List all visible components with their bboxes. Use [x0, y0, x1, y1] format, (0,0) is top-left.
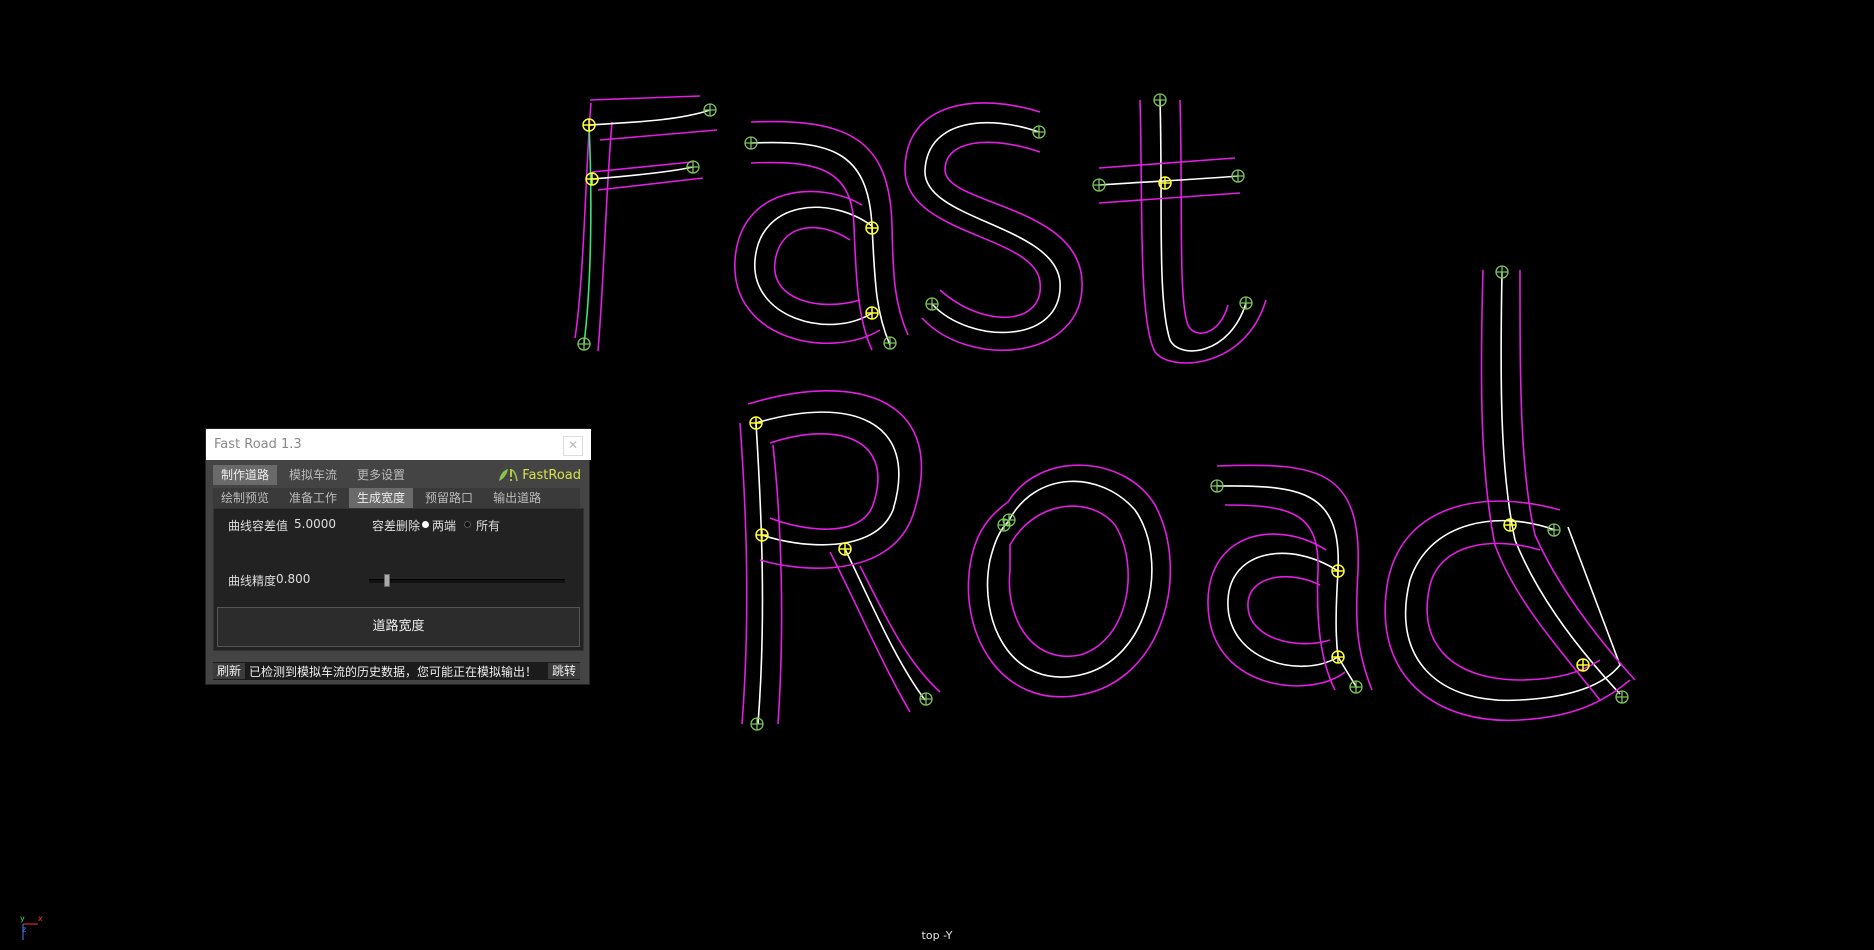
- control-point[interactable]: [1576, 658, 1590, 672]
- panel-titlebar[interactable]: Fast Road 1.3: [206, 429, 591, 460]
- end-point[interactable]: [1615, 690, 1629, 704]
- end-point[interactable]: [686, 160, 700, 174]
- axis-x-label: x: [38, 914, 43, 923]
- settings-area: 曲线容差值 5.0000 容差删除 两端 所有 曲线精度 0.800 道路宽度: [213, 508, 584, 651]
- control-point[interactable]: [865, 306, 879, 320]
- precision-value: 0.800: [276, 572, 311, 586]
- fast-road-panel: Fast Road 1.3 ✕ 制作道路 模拟车流 更多设置 FastRoad …: [205, 428, 591, 685]
- end-point[interactable]: [1092, 178, 1106, 192]
- letter-r-road[interactable]: [739, 390, 941, 725]
- radio-both-label[interactable]: 两端: [432, 517, 456, 534]
- control-point[interactable]: [838, 542, 852, 556]
- end-point[interactable]: [703, 103, 717, 117]
- letter-a-road[interactable]: [734, 120, 909, 351]
- end-point[interactable]: [1239, 296, 1253, 310]
- end-point[interactable]: [744, 136, 758, 150]
- control-point[interactable]: [1331, 650, 1345, 664]
- control-point[interactable]: [1503, 518, 1517, 532]
- control-point[interactable]: [585, 172, 599, 186]
- control-point[interactable]: [1158, 176, 1172, 190]
- camera-label: top -Y: [921, 929, 953, 942]
- end-point[interactable]: [883, 336, 897, 350]
- end-point[interactable]: [1231, 169, 1245, 183]
- letter-t-road[interactable]: [1098, 99, 1267, 364]
- tab-simulate-traffic[interactable]: 模拟车流: [281, 465, 345, 485]
- end-point[interactable]: [1495, 265, 1509, 279]
- sub-tabs: 绘制预览 准备工作 生成宽度 预留路口 输出道路: [213, 488, 580, 508]
- axis-y-label: y: [20, 914, 25, 923]
- jump-button[interactable]: 跳转: [547, 663, 580, 679]
- end-point[interactable]: [577, 337, 591, 351]
- tab-make-road[interactable]: 制作道路: [213, 465, 278, 485]
- end-point[interactable]: [1153, 93, 1167, 107]
- end-point[interactable]: [1032, 125, 1046, 139]
- end-point[interactable]: [1547, 523, 1561, 537]
- end-point[interactable]: [750, 717, 764, 731]
- letter-o-road[interactable]: [967, 464, 1172, 698]
- tab-more-settings[interactable]: 更多设置: [349, 465, 413, 485]
- panel-title: Fast Road 1.3: [214, 437, 302, 452]
- subtab-reserve-junction[interactable]: 预留路口: [417, 488, 481, 508]
- precision-slider-handle[interactable]: [384, 574, 390, 587]
- precision-slider[interactable]: [369, 579, 565, 583]
- end-point[interactable]: [1210, 479, 1224, 493]
- radio-all[interactable]: [464, 521, 471, 528]
- refresh-button[interactable]: 刷新: [213, 663, 246, 679]
- subtab-generate-width[interactable]: 生成宽度: [349, 488, 414, 508]
- letter-s-road[interactable]: [904, 102, 1083, 352]
- end-point[interactable]: [1002, 513, 1016, 527]
- end-point[interactable]: [997, 518, 1011, 532]
- tolerance-value[interactable]: 5.0000: [294, 517, 336, 531]
- road-width-button[interactable]: 道路宽度: [217, 607, 580, 647]
- control-point[interactable]: [582, 118, 596, 132]
- status-bar: 刷新 已检测到模拟车流的历史数据，您可能正在模拟输出！ 跳转: [213, 662, 580, 680]
- precision-label: 曲线精度: [228, 574, 277, 588]
- radio-all-label[interactable]: 所有: [476, 517, 500, 534]
- delete-label: 容差删除: [372, 519, 421, 533]
- brand: FastRoad: [498, 465, 581, 485]
- control-point[interactable]: [755, 528, 769, 542]
- leaf-icon: [499, 469, 519, 482]
- brand-name: FastRoad: [522, 467, 581, 483]
- letter-f-road[interactable]: [574, 95, 718, 352]
- status-message: 已检测到模拟车流的历史数据，您可能正在模拟输出！: [249, 664, 538, 679]
- subtab-output-road[interactable]: 输出道路: [485, 488, 549, 508]
- subtab-prepare[interactable]: 准备工作: [281, 488, 345, 508]
- radio-both[interactable]: [422, 521, 429, 528]
- main-tabs: 制作道路 模拟车流 更多设置: [213, 465, 413, 485]
- control-point[interactable]: [749, 416, 763, 430]
- end-point[interactable]: [925, 297, 939, 311]
- tolerance-label: 曲线容差值: [228, 519, 289, 533]
- end-point[interactable]: [919, 692, 933, 706]
- letter-d-road[interactable]: [1384, 269, 1636, 722]
- control-point[interactable]: [865, 221, 879, 235]
- close-button[interactable]: ✕: [563, 436, 583, 456]
- subtab-draw-preview[interactable]: 绘制预览: [213, 488, 277, 508]
- end-point[interactable]: [1349, 680, 1363, 694]
- control-point[interactable]: [1331, 564, 1345, 578]
- letter-a2-road[interactable]: [1207, 464, 1373, 691]
